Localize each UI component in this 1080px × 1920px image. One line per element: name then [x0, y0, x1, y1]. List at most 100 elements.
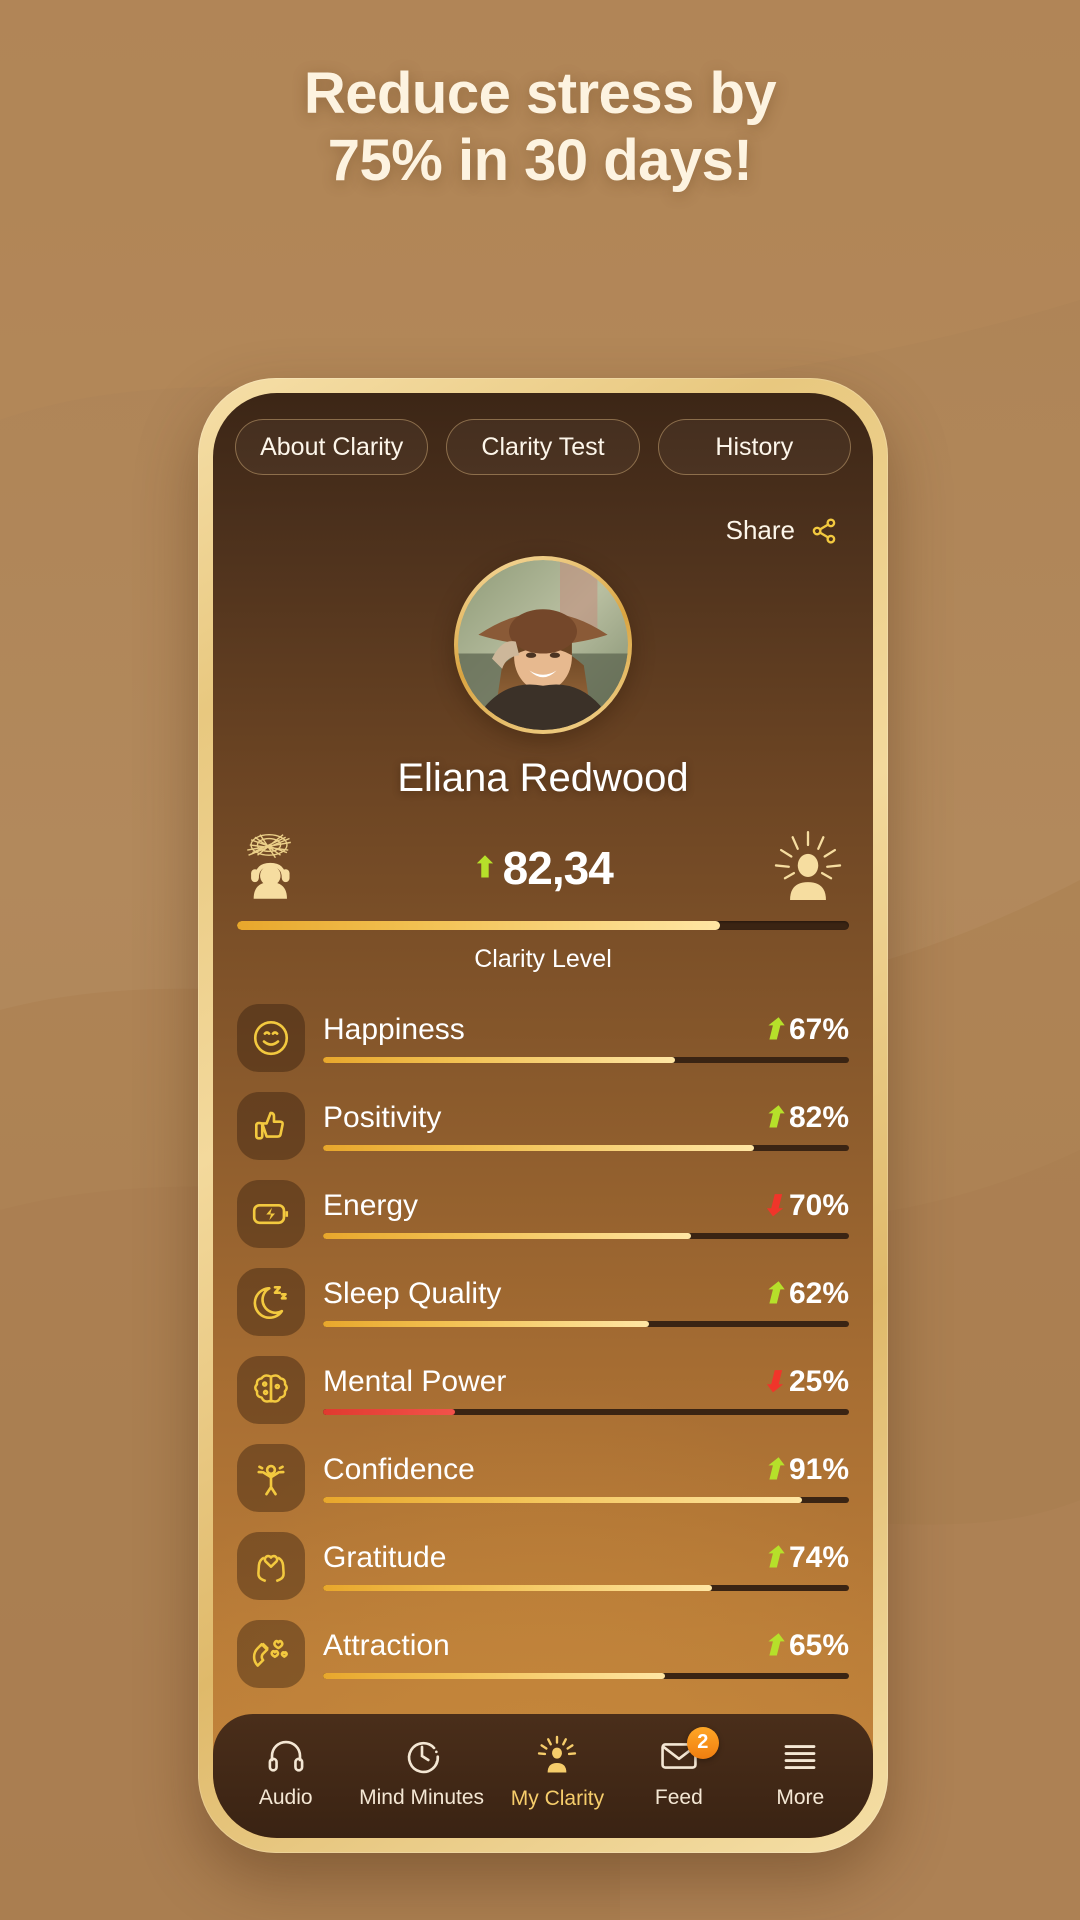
trend-down-icon: ⬇ — [761, 1366, 785, 1397]
metric-track — [323, 1585, 849, 1591]
trend-up-icon: ⬆ — [761, 1278, 785, 1309]
avatar[interactable] — [454, 556, 632, 734]
metric-value: ⬆ 74% — [761, 1541, 849, 1574]
metric-row-sleep-quality[interactable]: Sleep Quality ⬆ 62% — [237, 1258, 849, 1346]
metric-label: Attraction — [323, 1629, 450, 1662]
trend-up-icon: ⬆ — [761, 1454, 785, 1485]
enlightened-person-icon — [767, 827, 849, 909]
metric-fill — [323, 1409, 455, 1415]
metric-track — [323, 1057, 849, 1063]
metric-row-happiness[interactable]: Happiness ⬆ 67% — [237, 994, 849, 1082]
battery-bolt-icon — [237, 1180, 305, 1248]
bottom-navigation: Audio Mind Minutes My Clarity 2 Feed Mor… — [213, 1714, 873, 1838]
metric-value: ⬆ 82% — [761, 1101, 849, 1134]
nav-item-my-clarity[interactable]: My Clarity — [509, 1734, 605, 1811]
metric-value: ⬆ 67% — [761, 1013, 849, 1046]
tab-about-clarity[interactable]: About Clarity — [235, 419, 429, 475]
nav-label: Mind Minutes — [359, 1785, 485, 1809]
metric-fill — [323, 1497, 802, 1503]
metric-track — [323, 1673, 849, 1679]
nav-item-more[interactable]: More — [752, 1735, 848, 1810]
person-arms-up-icon — [237, 1444, 305, 1512]
metric-label: Energy — [323, 1189, 419, 1222]
phone-screen: About Clarity Clarity Test History Share — [213, 393, 873, 1838]
metric-track — [323, 1233, 849, 1239]
avatar-image — [458, 560, 628, 730]
stressed-person-icon — [237, 827, 319, 909]
headphones-icon — [265, 1735, 307, 1777]
metric-value: ⬇ 70% — [761, 1189, 849, 1222]
metric-value: ⬆ 65% — [761, 1629, 849, 1662]
metric-row-attraction[interactable]: Attraction ⬆ 65% — [237, 1610, 849, 1698]
tab-history[interactable]: History — [657, 419, 851, 475]
metric-label: Happiness — [323, 1013, 465, 1046]
metric-track — [323, 1321, 849, 1327]
metric-track — [323, 1497, 849, 1503]
nav-label: My Clarity — [510, 1786, 605, 1810]
metric-row-energy[interactable]: Energy ⬇ 70% — [237, 1170, 849, 1258]
share-icon — [809, 516, 839, 546]
brain-icon — [237, 1356, 305, 1424]
trend-up-icon: ⬆ — [761, 1542, 785, 1573]
clarity-score-block: ⬆ 82,34 Clarity Level — [213, 827, 873, 974]
metric-label: Sleep Quality — [323, 1277, 502, 1310]
metric-track — [323, 1145, 849, 1151]
metric-row-gratitude[interactable]: Gratitude ⬆ 74% — [237, 1522, 849, 1610]
magnet-hearts-icon — [237, 1620, 305, 1688]
metric-label: Positivity — [323, 1101, 442, 1134]
sun-person-icon — [535, 1734, 579, 1778]
profile-name: Eliana Redwood — [397, 756, 689, 800]
trend-up-icon: ⬆ — [473, 852, 497, 883]
clock-icon — [401, 1735, 443, 1777]
hands-heart-icon — [237, 1532, 305, 1600]
tab-history-label: History — [715, 432, 794, 461]
metric-fill — [323, 1585, 713, 1591]
moon-sleep-icon — [237, 1268, 305, 1336]
tab-clarity-test-label: Clarity Test — [481, 432, 605, 461]
trend-down-icon: ⬇ — [761, 1190, 785, 1221]
thumbs-up-icon — [237, 1092, 305, 1160]
metric-fill — [323, 1321, 650, 1327]
tab-clarity-test[interactable]: Clarity Test — [446, 419, 640, 475]
clarity-panel: Share Eliana Redwood ⬆ 82,34 Clarity Lev… — [213, 491, 873, 1718]
share-button[interactable]: Share — [213, 491, 873, 546]
promo-headline: Reduce stress by 75% in 30 days! — [0, 60, 1080, 195]
trend-up-icon: ⬆ — [761, 1630, 785, 1661]
share-label: Share — [725, 515, 795, 545]
trend-up-icon: ⬆ — [761, 1014, 785, 1045]
clarity-score-value: 82,34 — [502, 842, 614, 894]
nav-item-feed[interactable]: 2 Feed — [631, 1726, 727, 1810]
metric-value: ⬆ 62% — [761, 1277, 849, 1310]
headline-line-1: Reduce stress by — [303, 61, 777, 126]
metric-row-mental-power[interactable]: Mental Power ⬇ 25% — [237, 1346, 849, 1434]
trend-up-icon: ⬆ — [761, 1102, 785, 1133]
feed-badge: 2 — [686, 1726, 719, 1759]
nav-item-mind-minutes[interactable]: Mind Minutes — [359, 1735, 484, 1810]
metric-row-positivity[interactable]: Positivity ⬆ 82% — [237, 1082, 849, 1170]
hamburger-icon — [779, 1735, 821, 1777]
tab-about-clarity-label: About Clarity — [260, 432, 404, 461]
metric-row-confidence[interactable]: Confidence ⬆ 91% — [237, 1434, 849, 1522]
metric-track — [323, 1409, 849, 1415]
clarity-progress-track — [237, 921, 849, 930]
metric-fill — [323, 1233, 692, 1239]
phone-mockup: About Clarity Clarity Test History Share — [198, 378, 888, 1853]
nav-label: Feed — [654, 1785, 703, 1809]
clarity-progress-fill — [237, 921, 721, 930]
metric-label: Gratitude — [323, 1541, 447, 1574]
metric-fill — [323, 1673, 665, 1679]
clarity-level-label: Clarity Level — [474, 945, 612, 973]
metrics-list: Happiness ⬆ 67% Positivity ⬆ 82% Energy … — [213, 994, 873, 1698]
metric-value: ⬆ 91% — [761, 1453, 849, 1486]
metric-fill — [323, 1145, 755, 1151]
segment-tab-bar: About Clarity Clarity Test History — [213, 419, 873, 475]
smiley-face-icon — [237, 1004, 305, 1072]
metric-fill — [323, 1057, 676, 1063]
metric-label: Mental Power — [323, 1365, 507, 1398]
nav-label: Audio — [258, 1785, 313, 1809]
metric-label: Confidence — [323, 1453, 475, 1486]
headline-line-2: 75% in 30 days! — [327, 128, 753, 194]
nav-label: More — [776, 1785, 825, 1809]
nav-item-audio[interactable]: Audio — [238, 1735, 334, 1810]
clarity-score: ⬆ 82,34 — [319, 841, 767, 895]
